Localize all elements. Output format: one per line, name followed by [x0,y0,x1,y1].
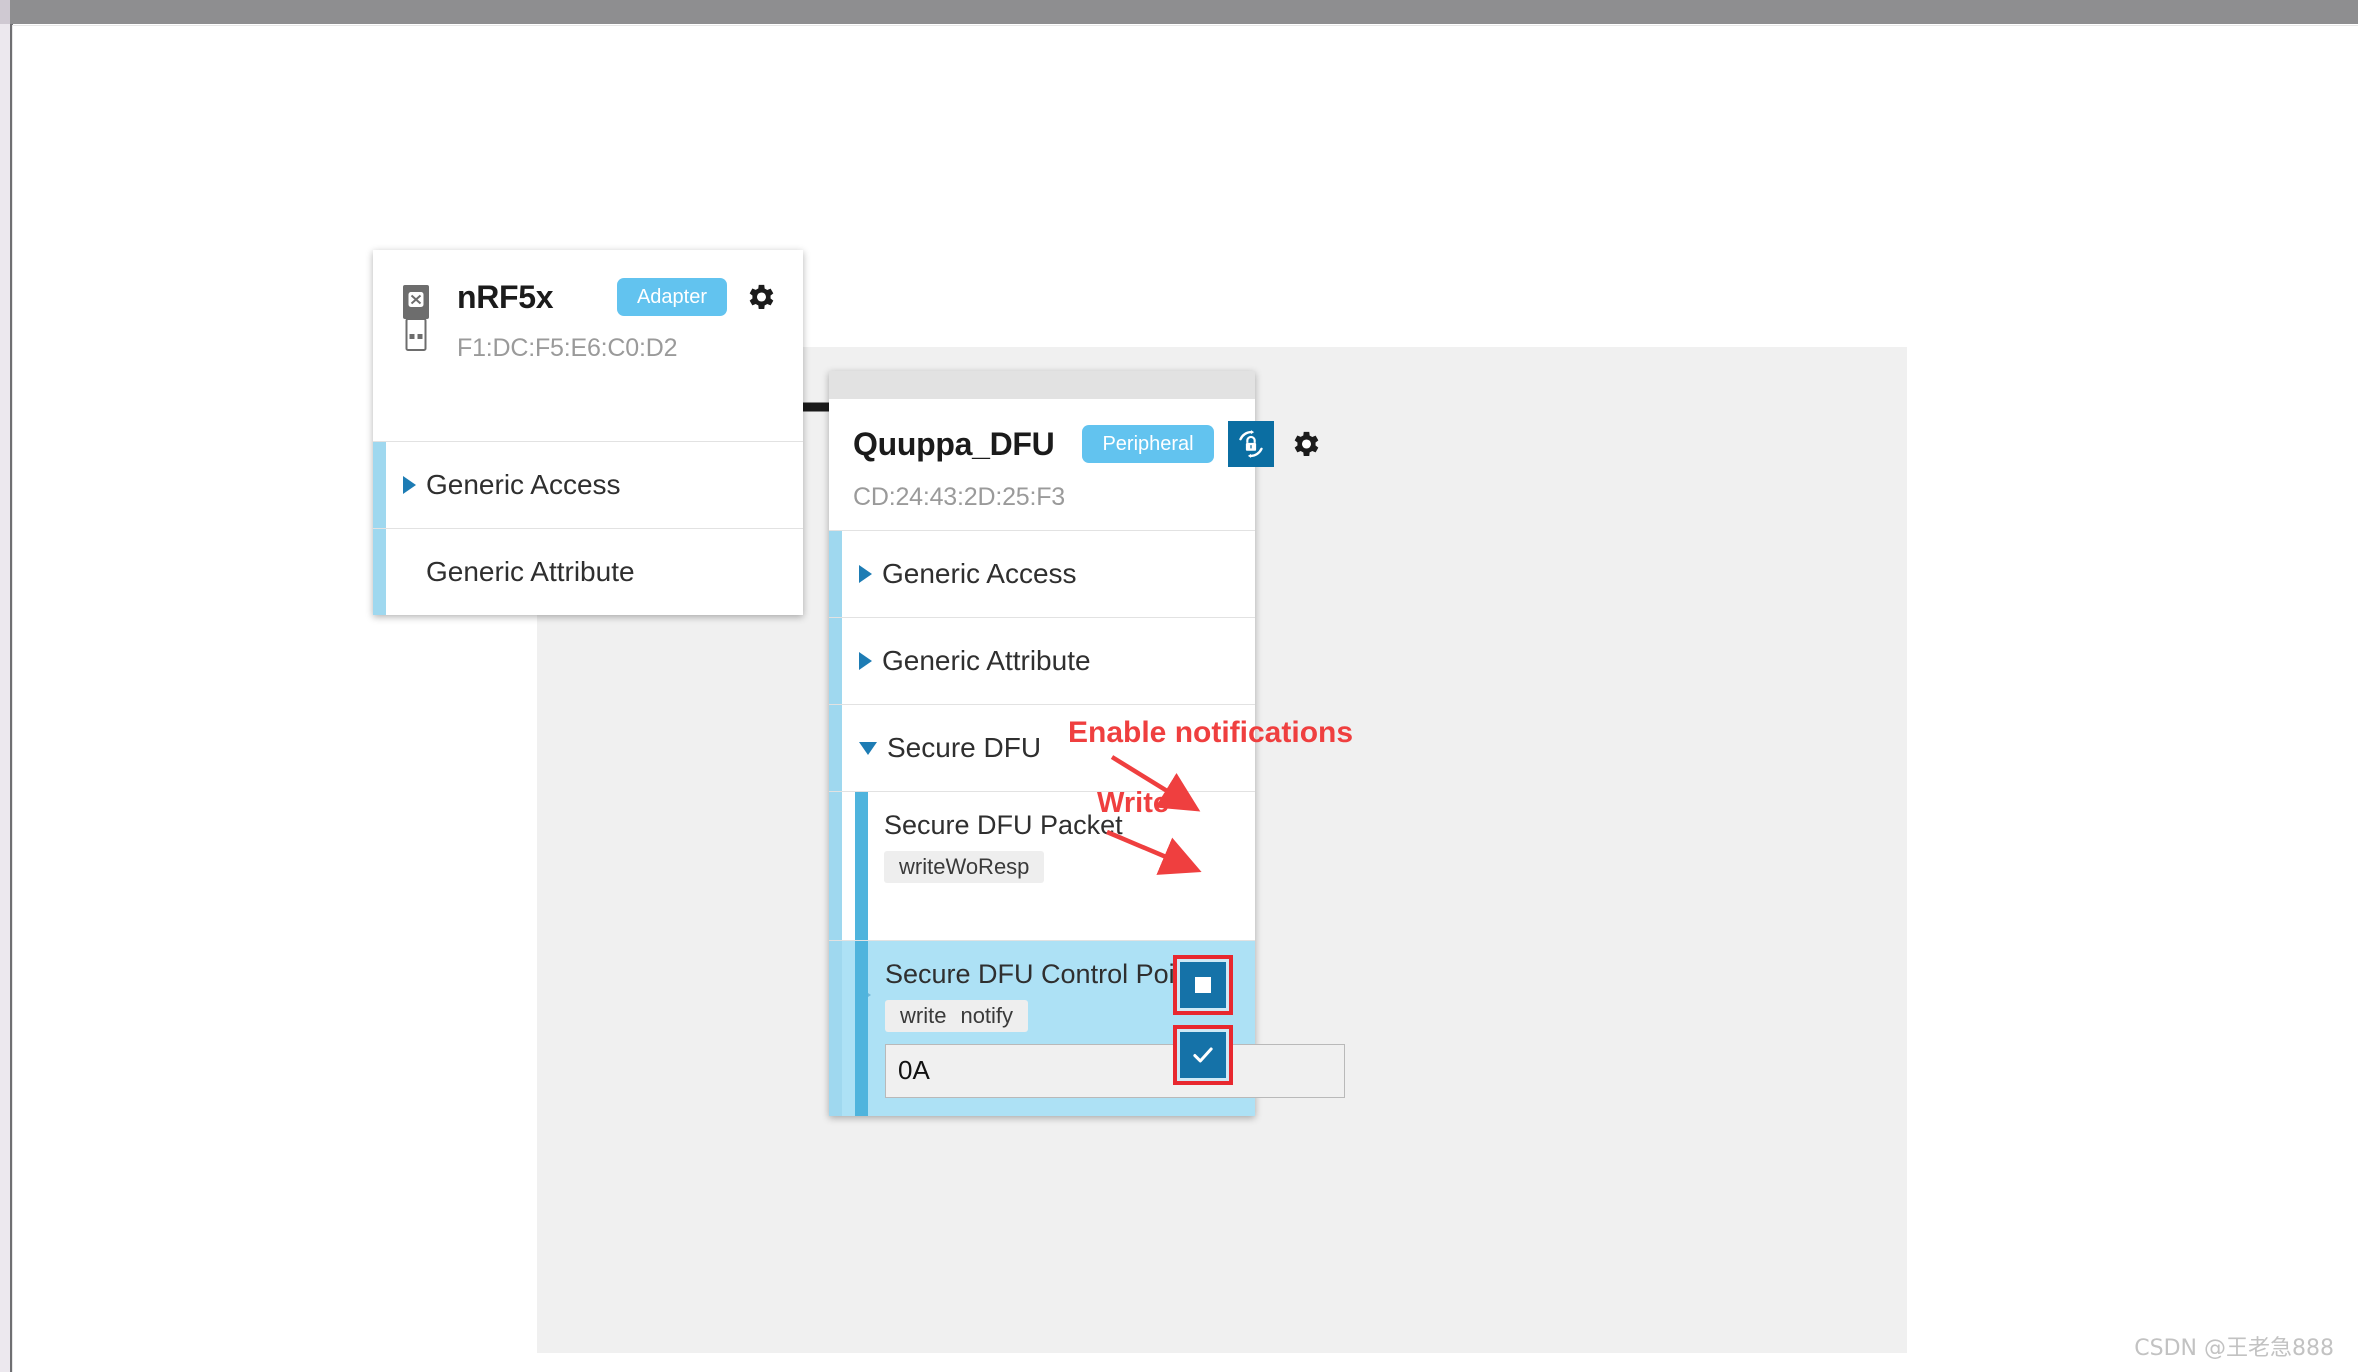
check-icon[interactable] [1180,1032,1226,1078]
adapter-device-name: nRF5x [457,278,554,315]
adapter-card-header: nRF5x Adapter F1:DC:F5:E6:C0:D2 [373,250,803,441]
characteristic-action-buttons [1173,955,1233,1085]
characteristic-properties: write notify [885,1000,1029,1032]
sidebar-item-generic-access[interactable]: Generic Access [373,441,803,528]
titlebar-left-nub [0,0,10,24]
adapter-device-card[interactable]: nRF5x Adapter F1:DC:F5:E6:C0:D2 Generic … [373,250,803,615]
chevron-right-icon[interactable] [859,652,872,670]
service-label: Generic Attribute [426,556,635,587]
stop-square-icon[interactable] [1180,962,1226,1008]
adapter-role-badge[interactable]: Adapter [616,278,727,316]
gear-icon[interactable] [1288,427,1322,461]
peripheral-device-name: Quuppa_DFU [853,425,1055,462]
write-confirm-highlight [1173,1025,1233,1085]
connection-map-canvas: nRF5x Adapter F1:DC:F5:E6:C0:D2 Generic … [373,250,1907,1353]
sidebar-item-generic-attribute[interactable]: Generic Attribute [829,617,1255,704]
notify-toggle-highlight [1173,955,1233,1015]
service-stripe [829,531,842,617]
service-label: Secure DFU [887,732,1042,763]
left-rail [0,24,10,1372]
gear-icon[interactable] [743,280,777,314]
characteristic-name: Secure DFU Packet [884,810,1123,840]
characteristic-properties: writeWoResp [884,851,1045,883]
characteristic-value-input[interactable] [885,1044,1345,1098]
service-label: Generic Attribute [882,645,1091,676]
sidebar-item-generic-access[interactable]: Generic Access [829,530,1255,617]
peripheral-role-badge[interactable]: Peripheral [1082,425,1214,463]
csdn-watermark: CSDN @王老急888 [2134,1336,2334,1361]
service-stripe [829,618,842,704]
service-stripe [373,442,386,528]
service-stripe [829,941,842,1116]
peripheral-device-address: CD:24:43:2D:25:F3 [853,483,1065,511]
sidebar-item-secure-dfu[interactable]: Secure DFU [829,704,1255,791]
chevron-down-icon[interactable] [859,741,877,755]
characteristic-stripe [855,792,868,940]
stop-square-glyph [1195,977,1211,993]
chevron-right-icon[interactable] [859,565,872,583]
service-label: Generic Access [426,469,621,500]
chevron-right-icon[interactable] [403,476,416,494]
property-tag: writeWoResp [899,854,1030,879]
service-stripe [829,792,842,940]
usb-dongle-icon [399,284,433,357]
content-pane: nRF5x Adapter F1:DC:F5:E6:C0:D2 Generic … [13,26,2358,1372]
characteristic-stripe [855,941,868,1116]
peripheral-device-card[interactable]: Quuppa_DFU Peripheral CD:24:43:2D:25:F3 … [829,371,1345,1116]
characteristic-secure-dfu-packet[interactable]: Secure DFU Packet writeWoResp [829,791,1255,940]
service-label: Generic Access [882,558,1077,589]
service-stripe [373,529,386,615]
adapter-device-address: F1:DC:F5:E6:C0:D2 [457,334,678,362]
characteristic-secure-dfu-control-point[interactable]: Secure DFU Control Point write notify [829,940,1345,1116]
app-window: nRF5x Adapter F1:DC:F5:E6:C0:D2 Generic … [0,0,2358,1372]
property-tag: notify [960,1003,1014,1028]
sidebar-item-generic-attribute[interactable]: Generic Attribute [373,528,803,615]
dfu-secure-update-icon[interactable] [1227,421,1274,467]
service-stripe [829,705,842,791]
property-tag: write [900,1003,947,1028]
window-titlebar [0,0,2358,24]
peripheral-card-topbar [829,371,1255,399]
peripheral-card-header: Quuppa_DFU Peripheral CD:24:43:2D:25:F3 [829,399,1318,530]
